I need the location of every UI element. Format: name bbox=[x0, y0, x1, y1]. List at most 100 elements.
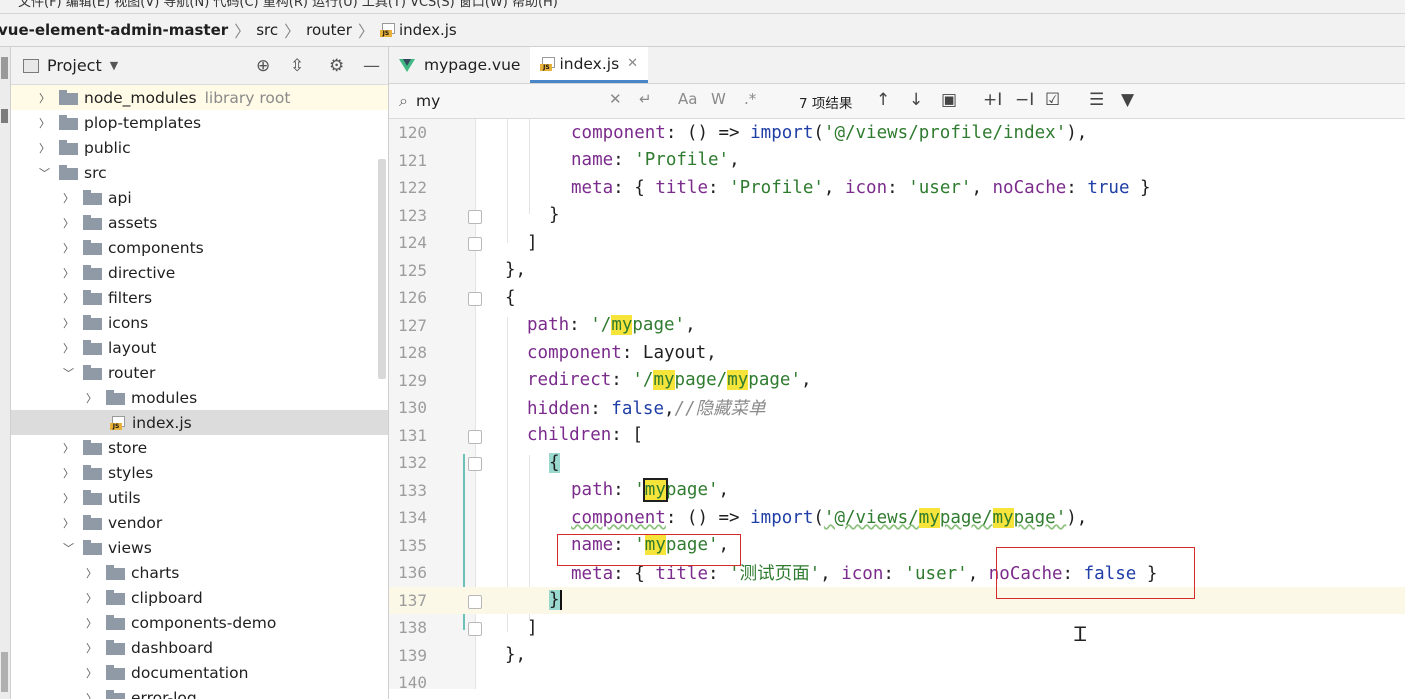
chevron-right-icon[interactable]: 〉 bbox=[86, 390, 97, 406]
tree-item-clipboard[interactable]: 〉 clipboard bbox=[11, 585, 388, 610]
code-line[interactable]: 125 }, bbox=[389, 257, 1405, 285]
code-line[interactable]: 122 meta: { title: 'Profile', icon: 'use… bbox=[389, 174, 1405, 202]
chevron-right-icon[interactable]: 〉 bbox=[63, 240, 74, 256]
fold-marker-icon[interactable] bbox=[468, 237, 482, 251]
chevron-down-icon[interactable]: ▼ bbox=[110, 59, 118, 72]
tree-item-utils[interactable]: 〉 utils bbox=[11, 485, 388, 510]
open-in-window-icon[interactable]: ▣ bbox=[941, 90, 957, 110]
tree-item-public[interactable]: 〉 public bbox=[11, 135, 388, 160]
tree-item-icons[interactable]: 〉 icons bbox=[11, 310, 388, 335]
collapse-all-icon[interactable]: ⇳ bbox=[290, 56, 304, 76]
tool-tab-marker[interactable] bbox=[1, 109, 8, 123]
chevron-right-icon[interactable]: 〉 bbox=[86, 565, 97, 581]
chevron-right-icon[interactable]: 〉 bbox=[63, 440, 74, 456]
tree-item-directive[interactable]: 〉 directive bbox=[11, 260, 388, 285]
chevron-right-icon[interactable]: 〉 bbox=[63, 265, 74, 281]
tree-item-layout[interactable]: 〉 layout bbox=[11, 335, 388, 360]
tab-mypage-vue[interactable]: mypage.vue bbox=[389, 47, 530, 83]
tree-item-src[interactable]: ﹀ src bbox=[11, 160, 388, 185]
tree-item-views[interactable]: ﹀ views bbox=[11, 535, 388, 560]
code-line[interactable]: 134 component: () => import('@/views/myp… bbox=[389, 504, 1405, 532]
tree-item-router[interactable]: ﹀ router bbox=[11, 360, 388, 385]
chevron-right-icon[interactable]: 〉 bbox=[39, 140, 50, 156]
match-case-toggle[interactable]: Aa bbox=[678, 90, 697, 108]
project-view-title[interactable]: Project bbox=[47, 56, 102, 75]
chevron-right-icon[interactable]: 〉 bbox=[63, 290, 74, 306]
tree-item-dashboard[interactable]: 〉 dashboard bbox=[11, 635, 388, 660]
previous-occurrence-icon[interactable]: ↑ bbox=[876, 90, 890, 110]
tree-item-components-demo[interactable]: 〉 components-demo bbox=[11, 610, 388, 635]
gear-icon[interactable]: ⚙ bbox=[329, 56, 344, 76]
project-tool-tab[interactable] bbox=[1, 57, 8, 79]
code-line[interactable]: 124 ] bbox=[389, 229, 1405, 257]
main-menu-bar[interactable]: 文件(F) 编辑(E) 视图(V) 导航(N) 代码(C) 重构(R) 运行(U… bbox=[0, 0, 1405, 14]
hide-panel-icon[interactable]: — bbox=[363, 56, 380, 76]
tree-item-documentation[interactable]: 〉 documentation bbox=[11, 660, 388, 685]
chevron-right-icon[interactable]: 〉 bbox=[63, 465, 74, 481]
code-line[interactable]: 140 bbox=[389, 669, 1405, 697]
tree-item-plop-templates[interactable]: 〉 plop-templates bbox=[11, 110, 388, 135]
tool-window-strip[interactable] bbox=[0, 47, 11, 699]
newline-icon[interactable]: ↵ bbox=[639, 90, 652, 108]
chevron-down-icon[interactable]: ﹀ bbox=[63, 540, 74, 556]
tree-item-modules[interactable]: 〉 modules bbox=[11, 385, 388, 410]
structure-tool-tab[interactable] bbox=[1, 652, 8, 692]
code-line[interactable]: 120 component: () => import('@/views/pro… bbox=[389, 119, 1405, 147]
chevron-right-icon[interactable]: 〉 bbox=[63, 340, 74, 356]
chevron-right-icon[interactable]: 〉 bbox=[39, 90, 50, 106]
tree-item-filters[interactable]: 〉 filters bbox=[11, 285, 388, 310]
code-line[interactable]: 131 children: [ bbox=[389, 422, 1405, 450]
chevron-right-icon[interactable]: 〉 bbox=[86, 640, 97, 656]
tree-item-assets[interactable]: 〉 assets bbox=[11, 210, 388, 235]
code-line[interactable]: 136 meta: { title: '测试页面', icon: 'user',… bbox=[389, 559, 1405, 587]
project-scrollbar[interactable] bbox=[378, 159, 386, 379]
filter-icon[interactable]: ▼ bbox=[1121, 90, 1134, 110]
code-line[interactable]: 128 component: Layout, bbox=[389, 339, 1405, 367]
tab-index-js[interactable]: JS index.js ✕ bbox=[530, 47, 649, 83]
code-line[interactable]: 130 hidden: false,//隐藏菜单 bbox=[389, 394, 1405, 422]
fold-marker-icon[interactable] bbox=[468, 622, 482, 636]
code-line[interactable]: 129 redirect: '/mypage/mypage', bbox=[389, 367, 1405, 395]
locate-icon[interactable]: ⊕ bbox=[256, 56, 270, 76]
chevron-right-icon[interactable]: 〉 bbox=[86, 665, 97, 681]
code-line-current[interactable]: 137 } bbox=[389, 586, 1405, 614]
clear-search-icon[interactable]: ✕ bbox=[609, 90, 622, 108]
breadcrumb-file[interactable]: index.js bbox=[399, 21, 457, 39]
chevron-right-icon[interactable]: 〉 bbox=[86, 690, 97, 699]
chevron-right-icon[interactable]: 〉 bbox=[63, 215, 74, 231]
fold-marker-icon[interactable] bbox=[468, 209, 482, 224]
chevron-down-icon[interactable]: ﹀ bbox=[63, 365, 74, 381]
select-all-occurrences-icon[interactable]: ☑ bbox=[1045, 90, 1060, 110]
fold-marker-icon[interactable] bbox=[468, 457, 482, 471]
next-occurrence-icon[interactable]: ↓ bbox=[909, 90, 923, 110]
tree-item-charts[interactable]: 〉 charts bbox=[11, 560, 388, 585]
code-line[interactable]: 139 }, bbox=[389, 642, 1405, 670]
breadcrumb-src[interactable]: src bbox=[256, 21, 278, 39]
tree-item-vendor[interactable]: 〉 vendor bbox=[11, 510, 388, 535]
search-icon[interactable]: ⌕ bbox=[399, 91, 408, 111]
code-line[interactable]: 138 ] bbox=[389, 614, 1405, 642]
fold-marker-icon[interactable] bbox=[468, 292, 482, 306]
fold-marker-icon[interactable] bbox=[468, 594, 482, 609]
code-line[interactable]: 123 } bbox=[389, 202, 1405, 230]
tree-item-error-log[interactable]: 〉 error-log bbox=[11, 685, 388, 699]
tree-item-index-js[interactable]: JS index.js bbox=[11, 410, 388, 435]
tree-item-styles[interactable]: 〉 styles bbox=[11, 460, 388, 485]
tree-item-api[interactable]: 〉 api bbox=[11, 185, 388, 210]
code-line[interactable]: 127 path: '/mypage', bbox=[389, 312, 1405, 340]
tree-item-store[interactable]: 〉 store bbox=[11, 435, 388, 460]
chevron-right-icon[interactable]: 〉 bbox=[63, 315, 74, 331]
fold-marker-icon[interactable] bbox=[468, 429, 482, 444]
regex-toggle[interactable]: .* bbox=[744, 90, 756, 108]
code-line[interactable]: 126 { bbox=[389, 284, 1405, 312]
code-line[interactable]: 135 name: 'mypage', bbox=[389, 532, 1405, 560]
chevron-right-icon[interactable]: 〉 bbox=[63, 190, 74, 206]
whole-words-toggle[interactable]: W bbox=[711, 90, 726, 108]
chevron-right-icon[interactable]: 〉 bbox=[63, 490, 74, 506]
chevron-down-icon[interactable]: ﹀ bbox=[39, 165, 50, 181]
main-menu-text[interactable]: 文件(F) 编辑(E) 视图(V) 导航(N) 代码(C) 重构(R) 运行(U… bbox=[18, 0, 558, 10]
chevron-right-icon[interactable]: 〉 bbox=[86, 615, 97, 631]
chevron-right-icon[interactable]: 〉 bbox=[39, 115, 50, 131]
filter-options-icon[interactable]: ☰ bbox=[1089, 90, 1104, 110]
close-icon[interactable]: ✕ bbox=[627, 56, 638, 71]
